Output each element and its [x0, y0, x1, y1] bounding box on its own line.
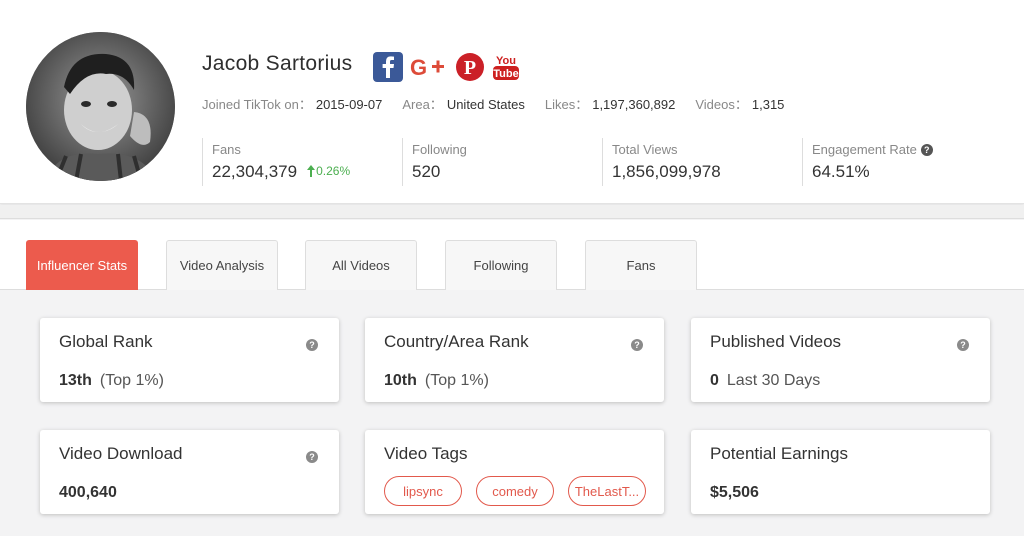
tag-thelast[interactable]: TheLastT... — [568, 476, 646, 506]
tag-comedy[interactable]: comedy — [476, 476, 554, 506]
stat-value: 1,856,099,978 — [612, 162, 721, 181]
growth-value: 0.26% — [316, 164, 351, 178]
svg-text:Tube: Tube — [493, 68, 518, 80]
svg-text:You: You — [496, 55, 516, 67]
avatar — [26, 32, 175, 181]
earnings-value: $5,506 — [710, 484, 759, 501]
profile-name: Jacob Sartorius — [202, 52, 353, 75]
youtube-icon[interactable]: You Tube — [491, 52, 521, 82]
google-plus-icon[interactable]: G — [409, 52, 449, 82]
help-icon[interactable]: ? — [306, 451, 318, 463]
tab-all-videos[interactable]: All Videos — [305, 240, 417, 290]
profile-meta: Joined TikTok on： 2015-09-07 Area： United … — [202, 94, 784, 113]
avatar-photo — [26, 32, 175, 181]
tag-list: lipsync comedy TheLastT... — [384, 476, 646, 506]
stat-engagement-rate: Engagement Rate ? 64.51% — [802, 138, 1002, 186]
svg-text:G: G — [410, 55, 427, 80]
stat-label: Total Views — [612, 142, 678, 157]
stat-following: Following 520 — [402, 138, 602, 186]
stat-label: Fans — [212, 142, 241, 157]
card-potential-earnings: Potential Earnings $5,506 — [691, 430, 990, 514]
area-value: United States — [446, 97, 525, 112]
help-icon[interactable]: ? — [631, 339, 643, 351]
help-icon[interactable]: ? — [920, 143, 933, 156]
tab-influencer-stats[interactable]: Influencer Stats — [26, 240, 138, 290]
card-video-download: Video Download ? 400,640 — [40, 430, 339, 514]
card-video-tags: Video Tags lipsync comedy TheLastT... — [365, 430, 664, 514]
rank-note: (Top 1%) — [99, 372, 164, 389]
stat-value: 22,304,379 — [212, 162, 298, 181]
stat-label: Engagement Rate — [812, 142, 917, 157]
card-global-rank: Global Rank ? 13th (Top 1%) — [40, 318, 339, 402]
facebook-icon[interactable] — [373, 52, 403, 82]
card-title: Published Videos — [710, 332, 842, 351]
help-icon[interactable]: ? — [306, 339, 318, 351]
stat-value: 520 — [412, 162, 441, 181]
area-info: Area： United States — [402, 97, 525, 112]
tab-following[interactable]: Following — [445, 240, 557, 290]
tab-video-analysis[interactable]: Video Analysis — [166, 240, 278, 290]
profile-stats: Fans 22,304,379 0.26% Following 520 Tota… — [202, 138, 1002, 186]
published-count: 0 — [710, 372, 719, 389]
tab-fans[interactable]: Fans — [585, 240, 697, 290]
videos-info: Videos： 1,315 — [695, 97, 785, 112]
tag-lipsync[interactable]: lipsync — [384, 476, 462, 506]
rank-value: 13th — [59, 372, 92, 389]
stat-label: Following — [412, 142, 467, 157]
download-value: 400,640 — [59, 484, 117, 501]
help-icon[interactable]: ? — [957, 339, 969, 351]
card-title: Country/Area Rank — [384, 332, 529, 351]
likes-value: 1,197,360,892 — [592, 97, 676, 112]
rank-value: 10th — [384, 372, 417, 389]
rank-note: (Top 1%) — [424, 372, 489, 389]
card-title: Global Rank — [59, 332, 153, 351]
published-period: Last 30 Days — [726, 372, 821, 389]
stat-value: 64.51% — [812, 162, 870, 181]
card-country-rank: Country/Area Rank ? 10th (Top 1%) — [365, 318, 664, 402]
joined-info: Joined TikTok on： 2015-09-07 — [202, 97, 383, 112]
profile-header: Jacob Sartorius G P You Tube Joined TikTo… — [0, 0, 1024, 204]
likes-info: Likes： 1,197,360,892 — [544, 97, 676, 112]
arrow-up-icon — [307, 165, 316, 177]
growth-indicator: 0.26% — [307, 164, 350, 178]
card-published-videos: Published Videos ? 0 Last 30 Days — [691, 318, 990, 402]
videos-value: 1,315 — [751, 97, 785, 112]
joined-date: 2015-09-07 — [315, 97, 383, 112]
card-title: Video Download — [59, 444, 183, 463]
pinterest-icon[interactable]: P — [455, 52, 485, 82]
svg-text:P: P — [464, 57, 476, 79]
stat-fans: Fans 22,304,379 0.26% — [202, 138, 402, 186]
stat-total-views: Total Views 1,856,099,978 — [602, 138, 802, 186]
tab-bar: Influencer Stats Video Analysis All Vide… — [0, 220, 1024, 290]
social-links: G P You Tube — [373, 52, 521, 82]
card-title: Potential Earnings — [710, 444, 848, 463]
section-divider — [0, 205, 1024, 219]
card-title: Video Tags — [384, 444, 468, 463]
